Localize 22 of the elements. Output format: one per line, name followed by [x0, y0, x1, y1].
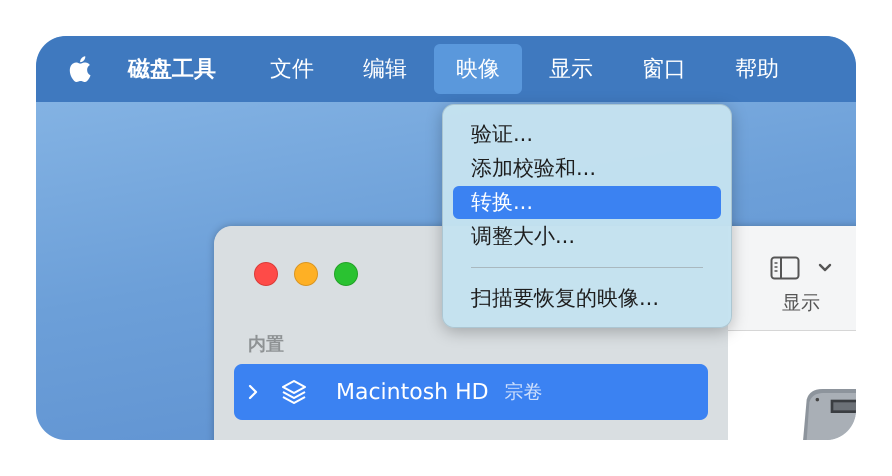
menu-item[interactable]: 显示 [527, 44, 615, 94]
menu-item[interactable]: 窗口 [620, 44, 708, 94]
chevron-down-icon[interactable] [818, 263, 832, 273]
sidebar-section-heading: 内置 [248, 333, 284, 356]
view-label: 显示 [782, 291, 820, 316]
minimize-icon[interactable] [294, 262, 318, 286]
chevron-icon[interactable] [248, 384, 258, 400]
menu-item[interactable]: 映像 [434, 44, 522, 94]
menu-item[interactable]: 编辑 [341, 44, 429, 94]
menu-item[interactable]: 扫描要恢复的映像... [453, 282, 721, 315]
app-name-menu[interactable]: 磁盘工具 [118, 54, 226, 84]
menu-item[interactable]: 转换... [453, 186, 721, 219]
sidebar-icon[interactable] [770, 256, 800, 280]
layers-icon [280, 378, 308, 406]
close-icon[interactable] [254, 262, 278, 286]
menu-item[interactable]: 调整大小... [453, 220, 721, 253]
menu-item[interactable]: 文件 [248, 44, 336, 94]
menu-item[interactable]: 验证... [453, 118, 721, 151]
menu-item[interactable]: 添加校验和... [453, 152, 721, 185]
sidebar-item[interactable]: Macintosh HD 宗卷 [234, 364, 708, 420]
menu-item[interactable]: 帮助 [713, 44, 801, 94]
zoom-icon[interactable] [334, 262, 358, 286]
